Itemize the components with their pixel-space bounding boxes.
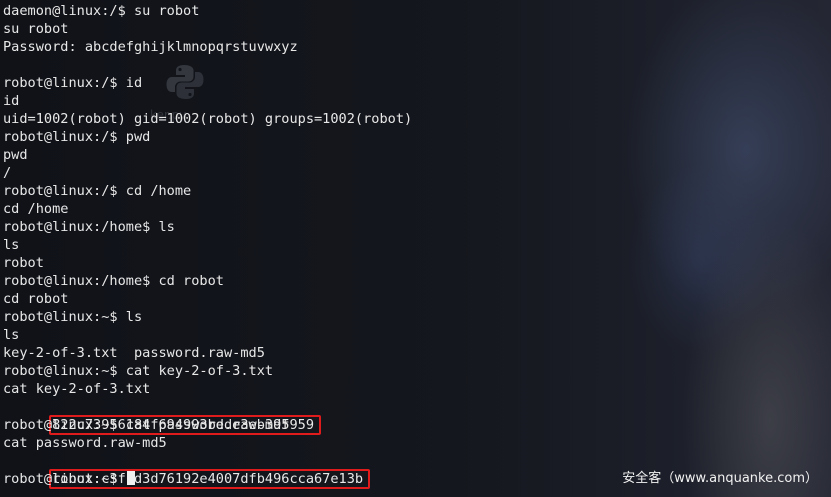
terminal-line: cat key-2-of-3.txt: [3, 381, 151, 397]
terminal-line: robot@linux:~$ cat password.raw-md5: [3, 417, 290, 433]
terminal-line: robot@linux:~$ cat key-2-of-3.txt: [3, 363, 274, 379]
terminal-line: Password: abcdefghijklmnopqrstuvwxyz: [3, 39, 298, 55]
terminal-output: daemon@linux:/$ su robot su robot Passwo…: [3, 2, 413, 489]
terminal-line: ls: [3, 237, 20, 253]
shell-prompt: robot@linux:~$: [3, 471, 126, 487]
key-output-line: 822c73956184f694993bede3eb39f959: [3, 398, 412, 435]
terminal-line: robot: [3, 255, 44, 271]
terminal-line: cd /home: [3, 201, 69, 217]
terminal-line: id: [3, 93, 20, 109]
terminal-line: uid=1002(robot) gid=1002(robot) groups=1…: [3, 111, 413, 127]
terminal-line: cd robot: [3, 291, 69, 307]
watermark: 安全客（www.anquanke.com）: [622, 471, 818, 486]
terminal-line: ls: [3, 327, 20, 343]
terminal-line: cat password.raw-md5: [3, 435, 167, 451]
terminal-line: robot@linux:~$ ls: [3, 309, 143, 325]
terminal-line: /: [3, 165, 12, 181]
terminal-line: key-2-of-3.txt password.raw-md5: [3, 345, 265, 361]
terminal-line: robot@linux:/home$ cd robot: [3, 273, 224, 289]
terminal-line: robot@linux:/$ id: [3, 75, 143, 91]
terminal-line: daemon@linux:/$ su robot: [3, 3, 200, 19]
terminal-line: robot@linux:/home$ ls: [3, 219, 175, 235]
terminal-window[interactable]: ker.py daemon@linux:/$ su robot su robot…: [0, 0, 831, 497]
terminal-line: robot@linux:/$ cd /home: [3, 183, 192, 199]
terminal-line: su robot: [3, 21, 69, 37]
hash-output-line: robot:c3fcd3d76192e4007dfb496cca67e13b: [3, 452, 412, 489]
text-cursor: [126, 471, 135, 485]
terminal-line: robot@linux:/$ pwd: [3, 129, 151, 145]
terminal-line: pwd: [3, 147, 28, 163]
